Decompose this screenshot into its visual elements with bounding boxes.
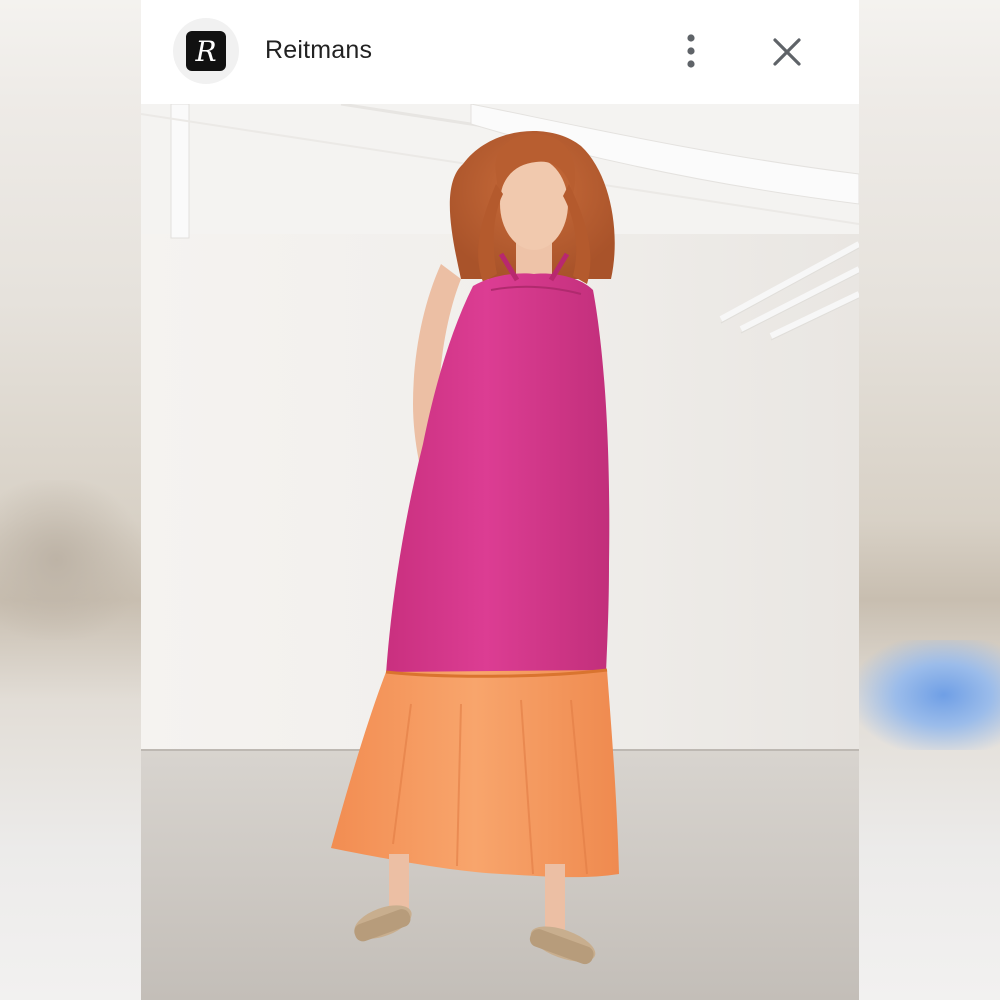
viewer-header: R Reitmans bbox=[141, 0, 859, 104]
product-photo[interactable] bbox=[141, 104, 859, 1000]
background-blur-right bbox=[859, 640, 1000, 750]
image-viewer-card: R Reitmans bbox=[141, 0, 859, 1000]
background-blur-left bbox=[0, 480, 141, 640]
brand-logo-icon: R bbox=[194, 35, 216, 68]
brand-logo: R bbox=[186, 31, 226, 71]
close-icon bbox=[773, 38, 801, 66]
brand-avatar[interactable]: R bbox=[173, 18, 239, 84]
brand-name[interactable]: Reitmans bbox=[265, 36, 372, 65]
svg-text:R: R bbox=[194, 35, 216, 68]
product-photo-illustration bbox=[141, 104, 859, 1000]
close-button[interactable] bbox=[767, 32, 807, 72]
more-options-button[interactable] bbox=[675, 30, 707, 72]
more-vertical-icon bbox=[687, 34, 695, 68]
